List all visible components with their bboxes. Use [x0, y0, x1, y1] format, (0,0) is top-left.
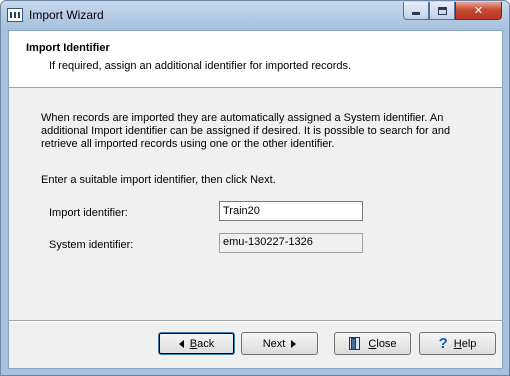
- window-title: Import Wizard: [29, 8, 104, 22]
- help-label: Help: [453, 337, 477, 350]
- question-mark-icon: ?: [438, 335, 448, 352]
- wizard-film-icon[interactable]: [7, 8, 23, 22]
- triangle-right-icon: [291, 339, 297, 348]
- instruction-text: Enter a suitable import identifier, then…: [41, 174, 276, 186]
- import-identifier-label: Import identifier:: [49, 207, 128, 219]
- back-button[interactable]: Back: [158, 332, 235, 355]
- minimize-icon: [412, 12, 420, 15]
- import-wizard-window: Import Wizard ✕ Import Identifier If req…: [0, 0, 510, 376]
- system-identifier-label: System identifier:: [49, 239, 134, 251]
- wizard-client-area: Import Identifier If required, assign an…: [8, 30, 503, 369]
- next-label: Next: [262, 337, 286, 350]
- wizard-header: Import Identifier If required, assign an…: [9, 31, 502, 88]
- next-button[interactable]: Next: [241, 332, 318, 355]
- description-text: When records are imported they are autom…: [41, 112, 451, 150]
- door-exit-icon: [348, 336, 362, 351]
- triangle-left-icon: [178, 339, 184, 348]
- page-title: Import Identifier: [26, 42, 110, 54]
- button-separator: [9, 320, 502, 322]
- title-bar[interactable]: Import Wizard ✕: [1, 1, 509, 29]
- import-identifier-input[interactable]: [219, 201, 363, 221]
- maximize-button[interactable]: [429, 2, 455, 20]
- maximize-icon: [437, 6, 447, 15]
- close-label: Close: [368, 337, 397, 350]
- window-close-button[interactable]: ✕: [455, 2, 502, 20]
- close-button[interactable]: Close: [334, 332, 411, 355]
- page-subtitle: If required, assign an additional identi…: [49, 60, 352, 72]
- help-button[interactable]: ? Help: [419, 332, 496, 355]
- back-label: Back: [189, 337, 215, 350]
- system-identifier-field: emu-130227-1326: [219, 233, 363, 253]
- minimize-button[interactable]: [403, 2, 429, 20]
- close-icon: ✕: [473, 5, 484, 17]
